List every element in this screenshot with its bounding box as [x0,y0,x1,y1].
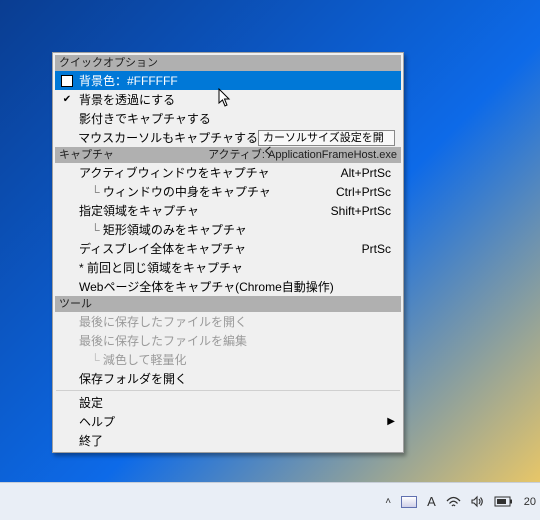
section-capture: キャプチャ アクティブ: ApplicationFrameHost.exe [55,147,401,163]
menu-item-open-folder[interactable]: 保存フォルダを開く [55,369,401,388]
menu-label: 背景を透過にする [79,91,175,108]
separator [56,390,400,391]
volume-icon[interactable] [471,495,484,508]
menu-label: 矩形領域のみをキャプチャ [79,221,247,238]
shortcut-label: Ctrl+PrtSc [336,185,395,199]
menu-label: マウスカーソルもキャプチャする [78,129,258,146]
active-process-label: アクティブ: ApplicationFrameHost.exe [208,147,397,163]
clock[interactable]: 20 [524,496,536,508]
menu-item-capture-region[interactable]: 指定領域をキャプチャ Shift+PrtSc [55,201,401,220]
shortcut-label: PrtSc [362,242,395,256]
menu-item-edit-last: 最後に保存したファイルを編集 [55,331,401,350]
submenu-arrow-icon: ▶ [387,416,395,427]
menu-label: 背景色：#FFFFFF [79,72,178,89]
menu-label: * 前回と同じ領域をキャプチャ [79,259,243,276]
section-label: キャプチャ [59,147,114,163]
menu-item-settings[interactable]: 設定 [55,393,401,412]
menu-label: 最後に保存したファイルを開く [79,313,247,330]
menu-item-reduce-color: 減色して軽量化 [55,350,401,369]
menu-item-transparent[interactable]: 背景を透過にする [55,90,401,109]
menu-label: 影付きでキャプチャする [79,110,211,127]
ime-indicator[interactable]: A [427,494,436,509]
menu-item-capture-rect-only[interactable]: 矩形領域のみをキャプチャ [55,220,401,239]
menu-label: ウィンドウの中身をキャプチャ [79,183,271,200]
menu-item-capture-fullscreen[interactable]: ディスプレイ全体をキャプチャ PrtSc [55,239,401,258]
section-quick-options: クイックオプション [55,55,401,71]
menu-item-mouse-cursor[interactable]: マウスカーソルもキャプチャする カーソルサイズ設定を開く [55,128,401,147]
section-tools: ツール [55,296,401,312]
tray-app-icon[interactable] [401,496,417,508]
menu-item-bgcolor[interactable]: 背景色：#FFFFFF [55,71,401,90]
shortcut-label: Shift+PrtSc [331,204,395,218]
menu-item-capture-active-window[interactable]: アクティブウィンドウをキャプチャ Alt+PrtSc [55,163,401,182]
checkmark-icon [55,94,79,105]
menu-item-open-last: 最後に保存したファイルを開く [55,312,401,331]
system-tray[interactable]: ˄ A 20 [385,494,540,509]
menu-label: 保存フォルダを開く [79,370,187,387]
menu-label: ディスプレイ全体をキャプチャ [79,240,246,257]
menu-label: 設定 [79,394,103,411]
shortcut-label: Alt+PrtSc [341,166,395,180]
taskbar[interactable]: ˄ A 20 [0,482,540,520]
section-label: クイックオプション [59,55,158,71]
menu-item-shadow[interactable]: 影付きでキャプチャする [55,109,401,128]
section-label: ツール [59,296,92,312]
color-swatch-icon [61,75,73,87]
menu-label: 終了 [79,432,103,449]
menu-item-capture-window-content[interactable]: ウィンドウの中身をキャプチャ Ctrl+PrtSc [55,182,401,201]
battery-icon[interactable] [494,496,514,508]
menu-item-exit[interactable]: 終了 [55,431,401,450]
menu-item-help[interactable]: ヘルプ ▶ [55,412,401,431]
cursor-size-settings-button[interactable]: カーソルサイズ設定を開く [258,130,395,146]
menu-label: アクティブウィンドウをキャプチャ [79,164,270,181]
menu-label: ヘルプ [79,413,115,430]
wifi-icon[interactable] [446,496,461,508]
context-menu: クイックオプション 背景色：#FFFFFF 背景を透過にする 影付きでキャプチャ… [52,52,404,453]
menu-item-capture-same-region[interactable]: * 前回と同じ領域をキャプチャ [55,258,401,277]
menu-label: 指定領域をキャプチャ [79,202,199,219]
menu-label: Webページ全体をキャプチャ(Chrome自動操作) [79,278,334,295]
menu-label: 最後に保存したファイルを編集 [79,332,247,349]
tray-overflow-icon[interactable]: ˄ [385,496,391,507]
menu-item-capture-webpage[interactable]: Webページ全体をキャプチャ(Chrome自動操作) [55,277,401,296]
menu-label: 減色して軽量化 [79,351,187,368]
